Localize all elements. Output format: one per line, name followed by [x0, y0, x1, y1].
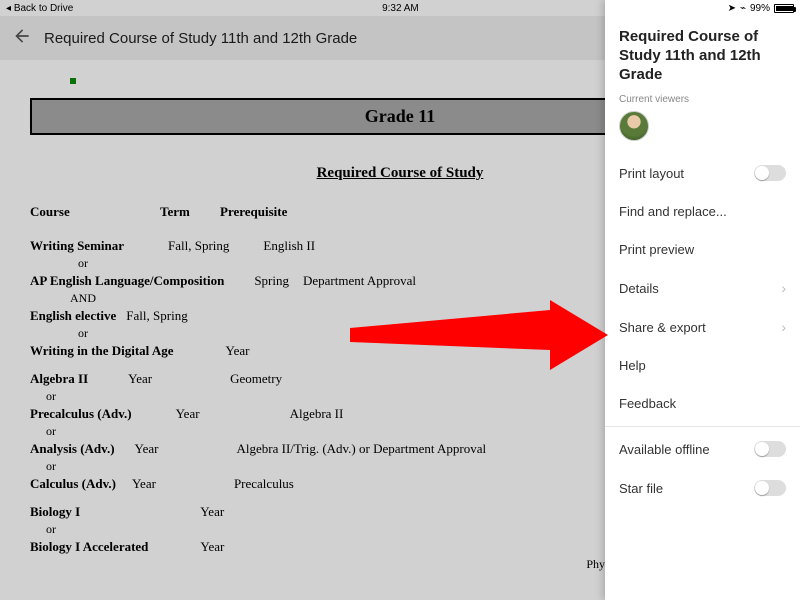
- course-writing-seminar: Writing Seminar: [30, 238, 124, 254]
- battery-percent: 99%: [750, 3, 770, 14]
- current-viewers-label: Current viewers: [605, 94, 800, 111]
- chevron-right-icon: ›: [781, 280, 786, 296]
- term: Fall, Spring: [168, 238, 229, 254]
- course-algebra-ii: Algebra II: [30, 371, 88, 387]
- course-biology-acc: Biology I Accelerated: [30, 539, 148, 555]
- prereq: Precalculus: [234, 476, 294, 492]
- menu-find-replace[interactable]: Find and replace...: [605, 192, 800, 230]
- term: Fall, Spring: [126, 308, 187, 324]
- menu-help[interactable]: Help: [605, 346, 800, 384]
- menu-details[interactable]: Details›: [605, 268, 800, 307]
- term: Year: [128, 371, 152, 387]
- viewer-avatar[interactable]: [619, 111, 649, 141]
- prereq: English II: [263, 238, 315, 254]
- cursor-marker: [70, 78, 76, 84]
- document-title: Required Course of Study 11th and 12th G…: [44, 30, 357, 47]
- menu-available-offline[interactable]: Available offline: [605, 426, 800, 468]
- term: Spring: [254, 273, 289, 289]
- toggle-offline[interactable]: [754, 441, 786, 457]
- prereq: Geometry: [230, 371, 282, 387]
- term: Year: [200, 539, 224, 555]
- menu-print-layout[interactable]: Print layout: [605, 153, 800, 192]
- prereq: Department Approval: [303, 273, 416, 289]
- location-icon: ➤: [728, 3, 736, 14]
- course-writing-digital-age: Writing in the Digital Age: [30, 343, 173, 359]
- panel-menu: Print layout Find and replace... Print p…: [605, 153, 800, 507]
- menu-print-preview[interactable]: Print preview: [605, 230, 800, 268]
- prereq: Algebra II: [290, 406, 344, 422]
- course-biology: Biology I: [30, 504, 80, 520]
- col-term: Term: [160, 204, 220, 220]
- chevron-right-icon: ›: [781, 319, 786, 335]
- course-precalc: Precalculus (Adv.): [30, 406, 132, 422]
- back-arrow-icon[interactable]: [12, 26, 32, 51]
- menu-share-export[interactable]: Share & export›: [605, 307, 800, 346]
- course-analysis: Analysis (Adv.): [30, 441, 115, 457]
- panel-title: Required Course of Study 11th and 12th G…: [605, 16, 800, 94]
- col-course: Course: [30, 204, 160, 220]
- menu-star-file[interactable]: Star file: [605, 468, 800, 507]
- battery-icon: [774, 4, 794, 13]
- term: Year: [200, 504, 224, 520]
- menu-feedback[interactable]: Feedback: [605, 384, 800, 422]
- course-english-elective: English elective: [30, 308, 116, 324]
- status-time: 9:32 AM: [382, 3, 419, 14]
- toggle-star[interactable]: [754, 480, 786, 496]
- side-panel: ➤ ⌁ 99% Required Course of Study 11th an…: [605, 0, 800, 600]
- course-ap-english: AP English Language/Composition: [30, 273, 224, 289]
- term: Year: [132, 476, 156, 492]
- term: Year: [135, 441, 159, 457]
- back-to-drive-link[interactable]: ◂ Back to Drive: [6, 3, 73, 14]
- term: Year: [225, 343, 249, 359]
- annotation-arrow: [350, 300, 610, 370]
- prereq: Algebra II/Trig. (Adv.) or Department Ap…: [237, 441, 487, 457]
- term: Year: [176, 406, 200, 422]
- toggle-print-layout[interactable]: [754, 165, 786, 181]
- bluetooth-icon: ⌁: [740, 3, 746, 14]
- course-calc: Calculus (Adv.): [30, 476, 116, 492]
